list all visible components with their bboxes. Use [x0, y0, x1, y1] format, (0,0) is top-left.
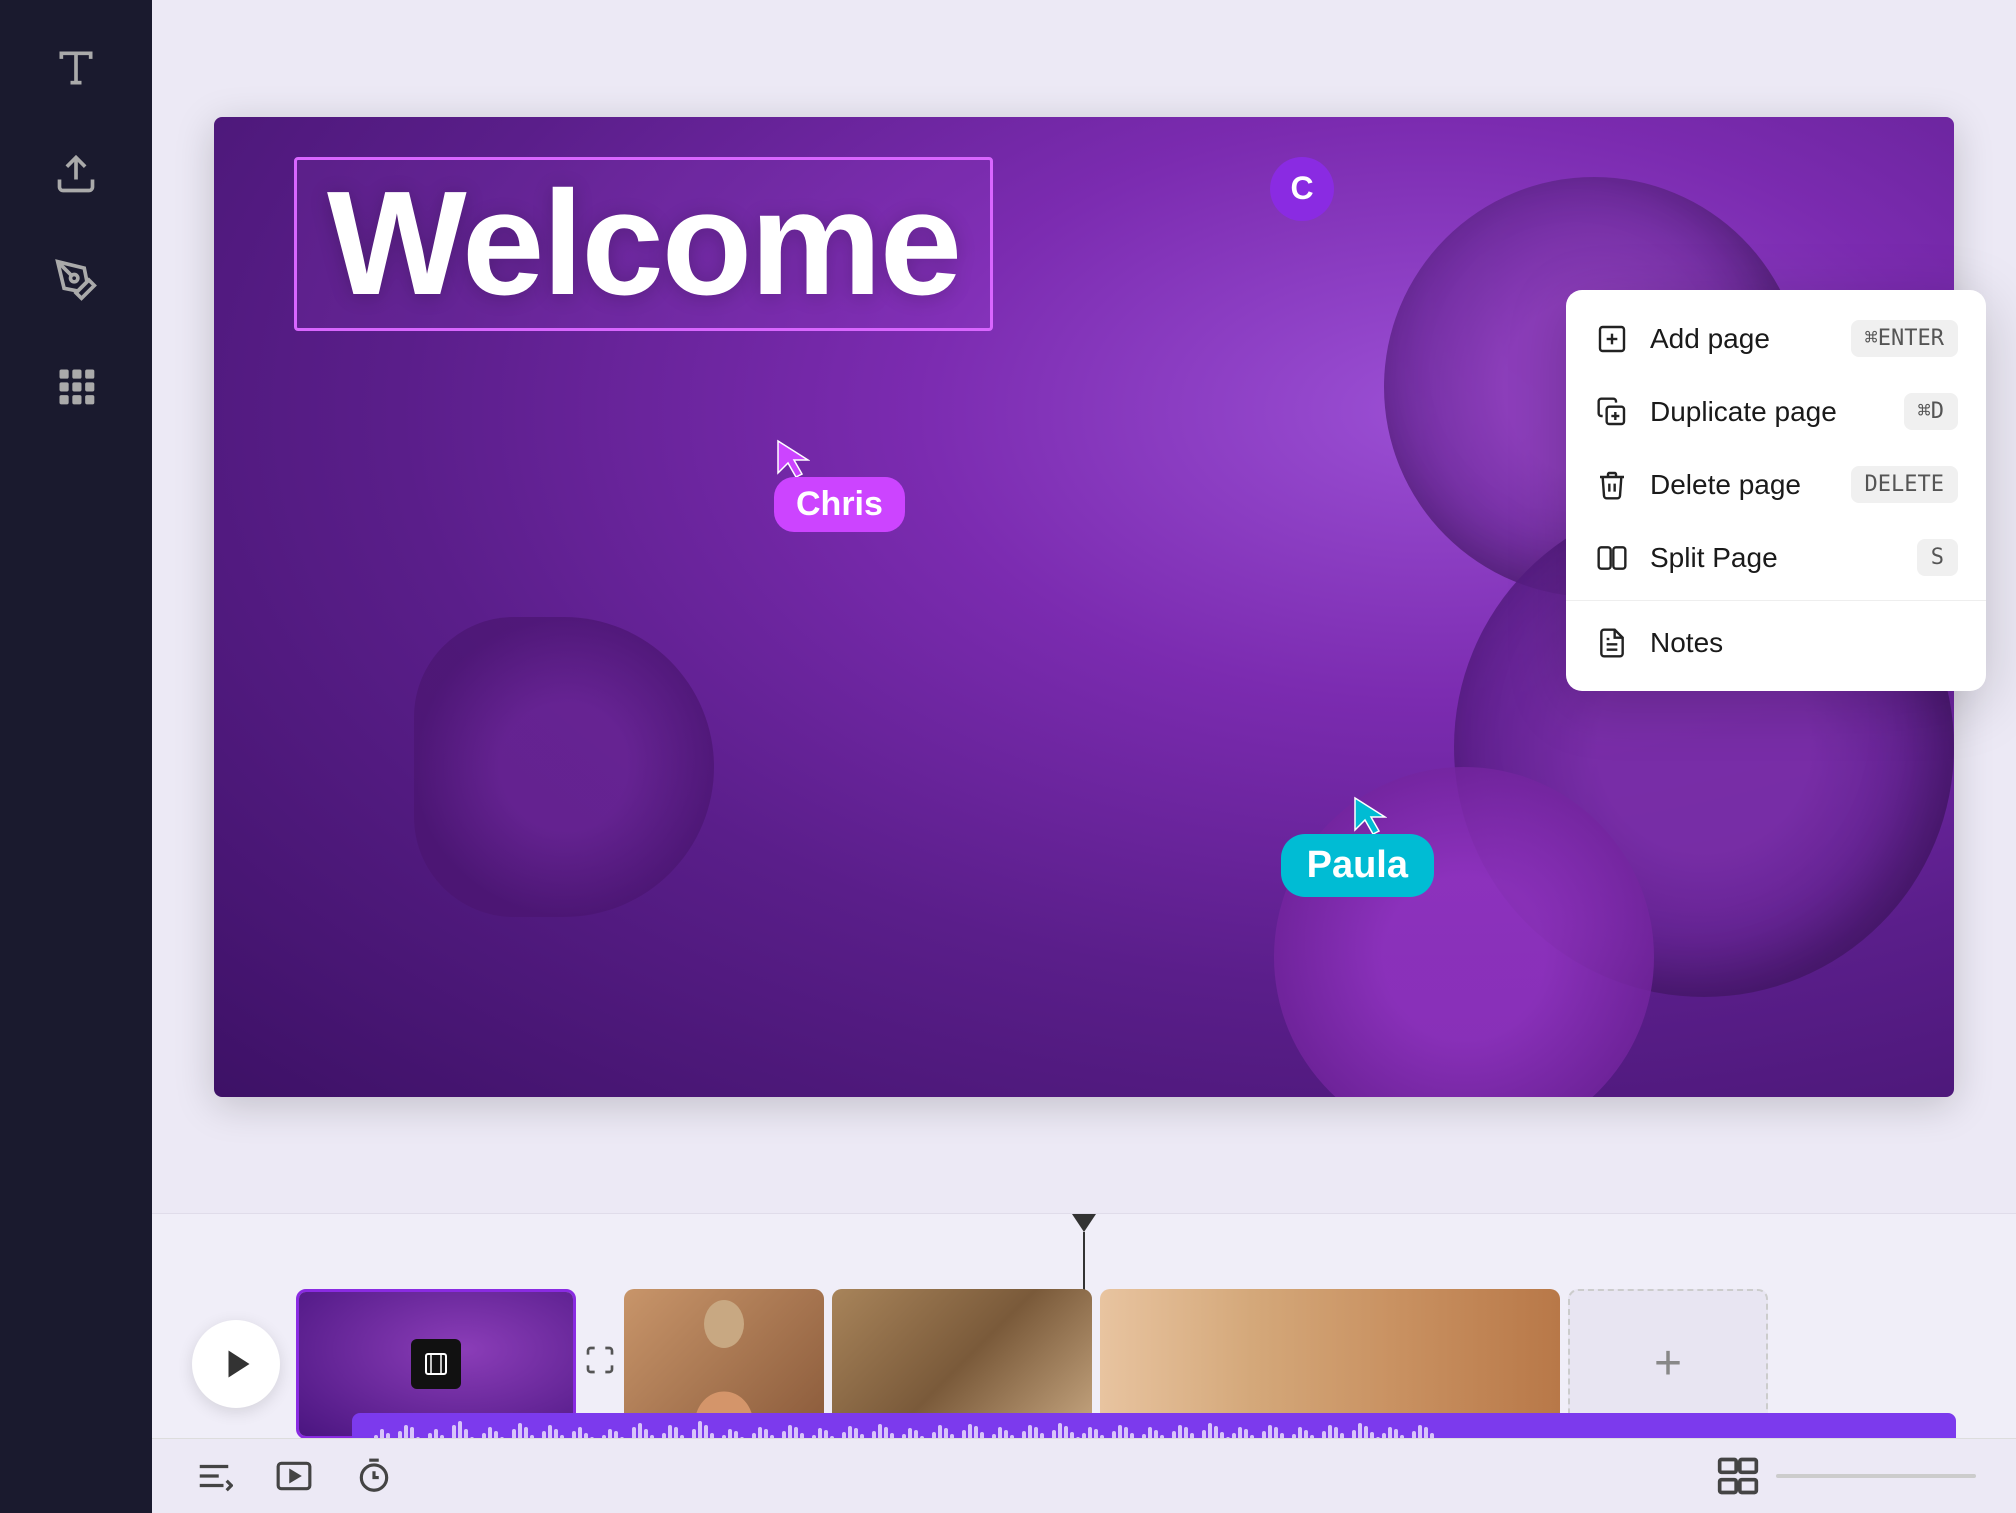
- duplicate-page-shortcut: ⌘D: [1904, 393, 1959, 430]
- merge-split-icon[interactable]: [584, 1344, 616, 1383]
- merge-icon-svg: [584, 1344, 616, 1376]
- notes-tool-icon[interactable]: [192, 1454, 236, 1498]
- cursor-arrow-paula-icon: [1351, 794, 1387, 838]
- timer-tool-icon[interactable]: [352, 1454, 396, 1498]
- add-page-shortcut: ⌘ENTER: [1851, 320, 1958, 357]
- split-page-label: Split Page: [1650, 542, 1897, 574]
- upload-icon[interactable]: [48, 146, 104, 202]
- zoom-slider[interactable]: [1776, 1474, 1976, 1478]
- welcome-text-element[interactable]: Welcome: [294, 157, 993, 331]
- storyboard-icon-svg: [1716, 1454, 1760, 1498]
- avatar-badge-chris: C: [1270, 157, 1334, 221]
- timer-icon-svg: [355, 1457, 393, 1495]
- duplicate-page-icon: [1594, 394, 1630, 430]
- film-icon: [424, 1352, 448, 1376]
- add-page-icon: [1594, 321, 1630, 357]
- play-icon: [221, 1346, 257, 1382]
- notes-icon-svg: [195, 1457, 233, 1495]
- duplicate-page-label: Duplicate page: [1650, 396, 1884, 428]
- menu-item-add-page[interactable]: Add page ⌘ENTER: [1566, 302, 1986, 375]
- menu-item-split-page[interactable]: Split Page S: [1566, 521, 1986, 594]
- menu-item-delete-page[interactable]: Delete page DELETE: [1566, 448, 1986, 521]
- delete-page-label: Delete page: [1650, 469, 1831, 501]
- storyboard-view-icon[interactable]: [1716, 1454, 1760, 1498]
- add-page-label: Add page: [1650, 323, 1831, 355]
- main-content: Welcome C Chris: [152, 0, 2016, 1513]
- welcome-text: Welcome: [327, 161, 960, 326]
- cursor-chris: Chris: [774, 437, 905, 532]
- play-button[interactable]: [192, 1320, 280, 1408]
- menu-item-duplicate-page[interactable]: Duplicate page ⌘D: [1566, 375, 1986, 448]
- bottom-tools-right: [1716, 1454, 1976, 1498]
- notes-label: Notes: [1650, 627, 1958, 659]
- add-clip-plus-icon: +: [1654, 1336, 1682, 1391]
- menu-item-notes[interactable]: Notes: [1566, 607, 1986, 679]
- cursor-paula: Paula: [1281, 794, 1434, 897]
- delete-page-icon: [1594, 467, 1630, 503]
- paula-label: Paula: [1281, 834, 1434, 897]
- context-menu: Add page ⌘ENTER Duplicate page ⌘D: [1566, 290, 1986, 691]
- preview-icon-svg: [275, 1457, 313, 1495]
- split-page-icon: [1594, 540, 1630, 576]
- apps-grid-icon[interactable]: [48, 358, 104, 414]
- menu-divider: [1566, 600, 1986, 601]
- delete-page-shortcut: DELETE: [1851, 466, 1958, 503]
- sidebar: [0, 0, 152, 1513]
- blob-4: [414, 617, 714, 917]
- chris-label: Chris: [774, 477, 905, 532]
- preview-tool-icon[interactable]: [272, 1454, 316, 1498]
- playhead-triangle: [1072, 1214, 1096, 1232]
- bottom-tools-left: [192, 1454, 396, 1498]
- cursor-arrow-chris-icon: [774, 437, 810, 481]
- text-tool-icon[interactable]: [48, 40, 104, 96]
- bottom-toolbar: [152, 1438, 2016, 1513]
- split-page-shortcut: S: [1917, 539, 1958, 576]
- draw-icon[interactable]: [48, 252, 104, 308]
- notes-menu-icon: [1594, 625, 1630, 661]
- person-silhouette: [684, 1299, 764, 1429]
- canvas-area[interactable]: Welcome C Chris: [152, 0, 2016, 1213]
